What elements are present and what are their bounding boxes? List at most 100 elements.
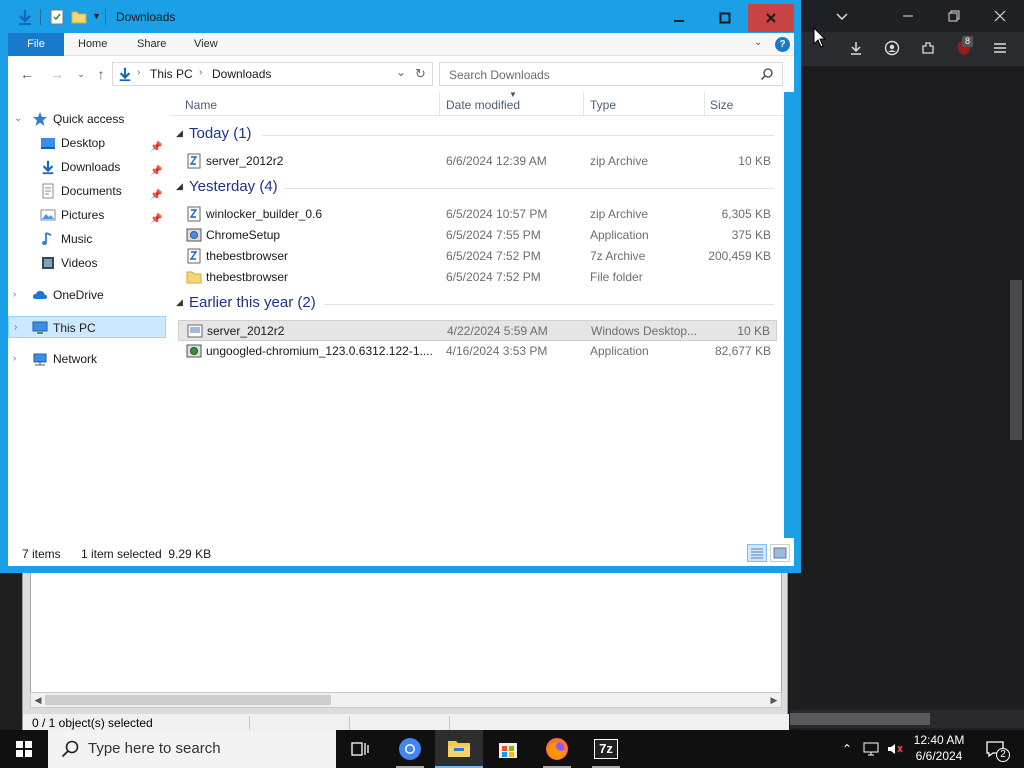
volume-muted-icon[interactable]	[884, 730, 906, 768]
search-icon[interactable]	[760, 67, 774, 81]
file-row[interactable]: ChromeSetup 6/5/2024 7:55 PM Application…	[178, 225, 777, 246]
breadcrumb-downloads[interactable]: Downloads	[212, 67, 271, 81]
task-view-button[interactable]	[336, 730, 384, 768]
file-row[interactable]: ungoogled-chromium_123.0.6312.122-1.... …	[178, 341, 777, 362]
tab-share[interactable]: Share	[137, 33, 166, 56]
scroll-left-icon[interactable]: ◀	[31, 693, 45, 707]
tab-list-chevron-icon[interactable]	[832, 8, 852, 26]
breadcrumb-separator-icon[interactable]: ›	[199, 67, 202, 78]
browser-close-button[interactable]	[990, 8, 1010, 26]
collapsed-chevron-icon[interactable]: ›	[13, 284, 16, 306]
sevenzip-file-list[interactable]	[30, 571, 782, 695]
notification-center-button[interactable]: 2	[980, 730, 1010, 768]
nav-pictures[interactable]: Pictures 📌	[8, 204, 166, 226]
column-divider[interactable]	[704, 92, 705, 116]
start-button[interactable]	[0, 730, 48, 768]
tab-home[interactable]: Home	[78, 33, 107, 56]
back-button[interactable]: ←	[18, 66, 36, 82]
breadcrumb-this-pc[interactable]: This PC	[150, 67, 193, 81]
search-box[interactable]: Search Downloads	[439, 62, 783, 86]
network-tray-icon[interactable]	[860, 730, 882, 768]
download-icon[interactable]	[846, 40, 866, 58]
pin-icon[interactable]: 📌	[150, 137, 162, 153]
recent-locations-icon[interactable]: ⌄	[72, 66, 90, 82]
show-hidden-icons[interactable]: ⌃	[838, 730, 856, 768]
expanded-chevron-icon[interactable]: ⌄	[14, 108, 22, 130]
menu-icon[interactable]	[990, 40, 1010, 58]
tab-file[interactable]: File	[8, 33, 64, 56]
account-icon[interactable]	[882, 40, 902, 58]
file-row-selected[interactable]: server_2012r2 4/22/2024 5:59 AM Windows …	[178, 320, 777, 341]
nav-quick-access[interactable]: ⌄ Quick access	[8, 108, 166, 130]
details-view-button[interactable]	[747, 544, 767, 562]
browser-vertical-scrollbar[interactable]	[1008, 66, 1024, 706]
help-icon[interactable]: ?	[775, 37, 790, 52]
file-row[interactable]: server_2012r2 6/6/2024 12:39 AM zip Arch…	[178, 151, 777, 172]
file-size: 6,305 KB	[721, 207, 771, 221]
taskbar-file-explorer[interactable]	[435, 730, 483, 768]
browser-minimize-button[interactable]	[898, 8, 918, 26]
column-date-modified[interactable]: Date modified	[446, 98, 520, 112]
properties-icon[interactable]	[48, 8, 66, 26]
address-bar[interactable]: › This PC › Downloads ⌄ ↻	[112, 62, 433, 86]
browser-scroll-thumb[interactable]	[1010, 280, 1022, 440]
group-header-yesterday[interactable]: ◢ Yesterday (4)	[170, 177, 784, 199]
group-collapse-icon[interactable]: ◢	[176, 181, 183, 192]
nav-this-pc[interactable]: › This PC	[8, 316, 166, 338]
sevenzip-scroll-thumb[interactable]	[45, 695, 331, 705]
new-folder-icon[interactable]	[70, 8, 88, 26]
file-row[interactable]: winlocker_builder_0.6 6/5/2024 10:57 PM …	[178, 204, 777, 225]
tab-view[interactable]: View	[194, 33, 218, 56]
pin-icon[interactable]: 📌	[150, 209, 162, 225]
maximize-button[interactable]	[702, 4, 748, 32]
collapsed-chevron-icon[interactable]: ›	[13, 348, 16, 370]
zip-archive-icon	[187, 153, 201, 169]
nav-desktop[interactable]: Desktop 📌	[8, 132, 166, 154]
group-header-today[interactable]: ◢ Today (1)	[170, 124, 784, 146]
column-divider[interactable]	[583, 92, 584, 116]
taskbar-chrome[interactable]	[386, 730, 434, 768]
taskbar-search-box[interactable]: Type here to search	[48, 730, 336, 768]
taskbar-7zip[interactable]: 7z	[582, 730, 630, 768]
column-size[interactable]: Size	[710, 98, 733, 112]
group-collapse-icon[interactable]: ◢	[176, 297, 183, 308]
browser-restore-button[interactable]	[944, 8, 964, 26]
nav-label: Pictures	[61, 208, 105, 222]
system-clock[interactable]: 12:40 AM 6/6/2024	[906, 732, 972, 764]
nav-onedrive[interactable]: › OneDrive	[8, 284, 166, 306]
expand-ribbon-icon[interactable]: ⌄	[754, 37, 766, 49]
group-collapse-icon[interactable]: ◢	[176, 128, 183, 139]
refresh-icon[interactable]: ↻	[415, 66, 426, 82]
browser-horizontal-scrollbar[interactable]	[790, 710, 1024, 728]
file-row[interactable]: thebestbrowser 6/5/2024 7:52 PM 7z Archi…	[178, 246, 777, 267]
pin-icon[interactable]: 📌	[150, 185, 162, 201]
taskbar-store[interactable]	[484, 730, 532, 768]
column-type[interactable]: Type	[590, 98, 616, 112]
nav-label: Music	[61, 232, 93, 246]
nav-documents[interactable]: Documents 📌	[8, 180, 166, 202]
extensions-icon[interactable]	[918, 40, 938, 58]
address-dropdown-icon[interactable]: ⌄	[396, 65, 406, 79]
close-button[interactable]	[748, 4, 794, 32]
forward-button[interactable]: →	[48, 66, 66, 82]
group-header-earlier-this-year[interactable]: ◢ Earlier this year (2)	[170, 293, 784, 315]
browser-hscroll-thumb[interactable]	[790, 713, 930, 725]
sevenzip-horizontal-scrollbar[interactable]: ◀ ▶	[30, 692, 782, 708]
pin-icon[interactable]: 📌	[150, 161, 162, 177]
qa-dropdown-icon[interactable]: ▼	[92, 11, 101, 21]
scroll-right-icon[interactable]: ▶	[767, 693, 781, 707]
nav-music[interactable]: Music	[8, 228, 166, 250]
taskbar-firefox[interactable]	[533, 730, 581, 768]
up-button[interactable]: ↑	[92, 66, 110, 82]
nav-videos[interactable]: Videos	[8, 252, 166, 274]
column-divider[interactable]	[439, 92, 440, 116]
nav-downloads[interactable]: Downloads 📌	[8, 156, 166, 178]
nav-network[interactable]: › Network	[8, 348, 166, 370]
collapsed-chevron-icon[interactable]: ›	[14, 317, 17, 339]
breadcrumb-separator-icon[interactable]: ›	[137, 67, 140, 78]
browser-content	[800, 66, 1024, 706]
column-name[interactable]: Name	[185, 98, 217, 112]
minimize-button[interactable]	[656, 4, 702, 32]
file-row[interactable]: thebestbrowser 6/5/2024 7:52 PM File fol…	[178, 267, 777, 288]
large-icons-view-button[interactable]	[770, 544, 790, 562]
